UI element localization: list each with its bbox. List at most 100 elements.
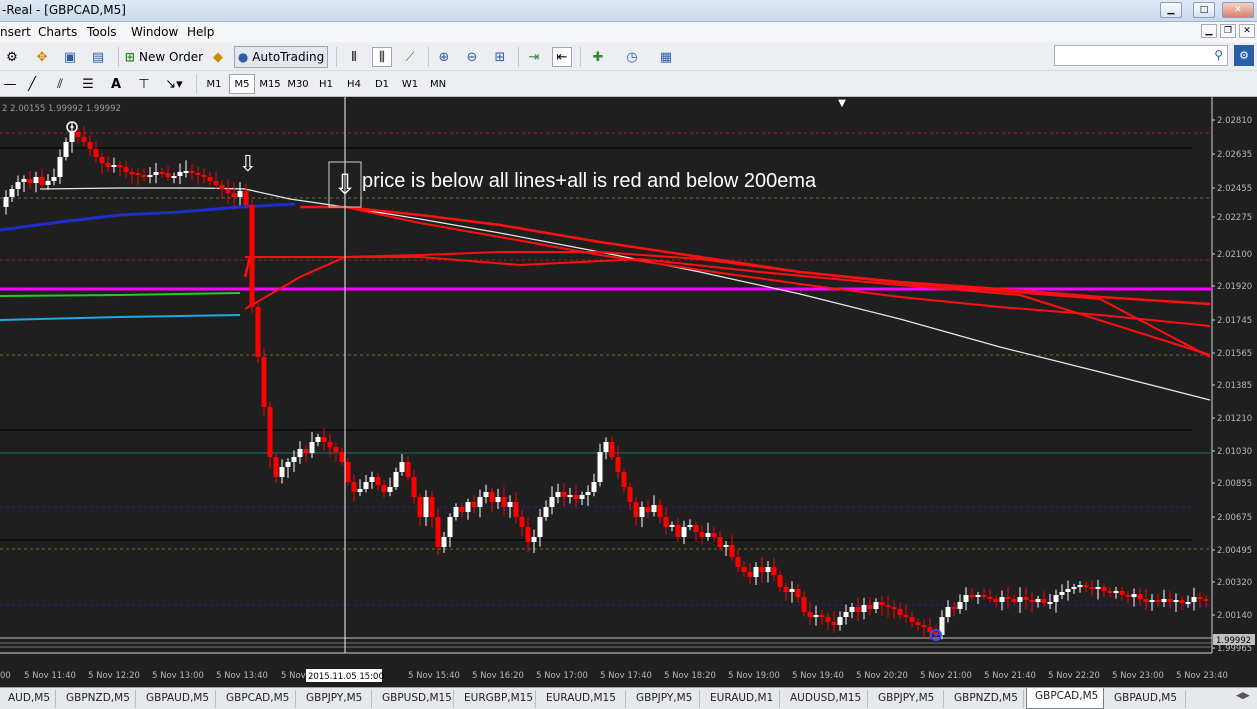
- templates-icon[interactable]: ▦: [656, 47, 676, 67]
- tile-windows-icon[interactable]: ⊞: [490, 47, 510, 67]
- channel-icon[interactable]: ⫽: [50, 74, 70, 94]
- timeframe-m30[interactable]: M30: [285, 74, 311, 94]
- chart-shift-icon[interactable]: ⇤: [552, 47, 572, 67]
- candle-body: [45, 181, 51, 185]
- candle-body: [1083, 585, 1089, 587]
- time-label: 5 Nov 17:40: [600, 671, 652, 681]
- chart-tab[interactable]: GBPUSD,M15: [374, 690, 454, 708]
- maximize-button[interactable]: □: [1193, 2, 1215, 18]
- mdi-minimize-button[interactable]: ▁: [1201, 24, 1217, 38]
- candle-body: [321, 437, 327, 442]
- minimize-button[interactable]: ▁: [1160, 2, 1182, 18]
- candle-body: [189, 171, 195, 173]
- chart-tab[interactable]: GBPAUD,M5: [1106, 690, 1186, 708]
- candle-body: [459, 507, 465, 512]
- chart-tab[interactable]: EURAUD,M15: [538, 690, 626, 708]
- chart-tab[interactable]: GBPAUD,M5: [138, 690, 216, 708]
- timeframe-mn[interactable]: MN: [425, 74, 451, 94]
- crosshair-time-label: 2015.11.05 15:00: [308, 672, 384, 682]
- candle-body: [483, 492, 489, 497]
- gear-icon[interactable]: ⚙: [2, 47, 22, 67]
- chart-tab[interactable]: GBPJPY,M5: [298, 690, 372, 708]
- search-input[interactable]: ⚲: [1054, 45, 1228, 66]
- candlestick-icon[interactable]: ⫼: [372, 47, 392, 67]
- price-label: 2.02275: [1217, 213, 1252, 223]
- candle-body: [429, 497, 435, 517]
- indicators-icon[interactable]: ✚: [588, 47, 608, 67]
- timeframe-h4[interactable]: H4: [341, 74, 367, 94]
- separator: [196, 74, 197, 94]
- close-button[interactable]: ✕: [1222, 2, 1254, 18]
- community-icon[interactable]: ⚙: [1234, 45, 1254, 66]
- candle-body: [135, 173, 141, 175]
- price-chart[interactable]: 2.02810 2.02635 2.02455 2.02275 2.02100 2.019…: [0, 97, 1257, 687]
- menu-window[interactable]: Window: [131, 25, 178, 39]
- autoscroll-icon[interactable]: ⇥: [524, 47, 544, 67]
- menu-insert[interactable]: nsert: [0, 25, 31, 39]
- candle-body: [231, 193, 237, 197]
- menu-help[interactable]: Help: [187, 25, 214, 39]
- menu-charts[interactable]: Charts: [38, 25, 77, 39]
- timeframe-m15[interactable]: M15: [257, 74, 283, 94]
- chart-annotation-text: price is below all lines+all is red and …: [362, 170, 817, 192]
- chart-tab[interactable]: GBPNZD,M5: [946, 690, 1024, 708]
- candle-body: [129, 172, 135, 174]
- arrows-icon[interactable]: ↘▾: [164, 74, 184, 94]
- chart-tab[interactable]: EURAUD,M1: [702, 690, 780, 708]
- data-window-icon[interactable]: ▤: [88, 47, 108, 67]
- candle-body: [579, 495, 585, 499]
- chart-tab[interactable]: GBPCAD,M5: [218, 690, 296, 708]
- separator: [118, 47, 119, 67]
- timeframe-m5[interactable]: M5: [229, 74, 255, 94]
- search-icon[interactable]: ⚲: [1214, 48, 1223, 62]
- text-label-icon[interactable]: ⊤: [134, 74, 154, 94]
- price-label: 2.01210: [1217, 414, 1252, 424]
- candle-body: [363, 482, 369, 489]
- candle-body: [501, 497, 507, 507]
- candle-body: [63, 142, 69, 157]
- chart-canvas[interactable]: 2.02810 2.02635 2.02455 2.02275 2.02100 2.019…: [0, 97, 1257, 687]
- zoom-out-icon[interactable]: ⊖: [462, 47, 482, 67]
- candle-body: [837, 617, 843, 625]
- candle-body: [1161, 599, 1167, 602]
- chart-tab[interactable]: GBPNZD,M5: [58, 690, 136, 708]
- time-label: 5 Nov 21:40: [984, 671, 1036, 681]
- clock-icon[interactable]: ◷: [622, 47, 642, 67]
- window-icon[interactable]: ▣: [60, 47, 80, 67]
- trendline-icon[interactable]: ╱: [22, 74, 42, 94]
- timeframe-m1[interactable]: M1: [201, 74, 227, 94]
- chart-info-text: 2 2.00155 1.99992 1.99992: [2, 104, 121, 114]
- title-bar: -Real - [GBPCAD,M5] ▁ □ ✕: [0, 0, 1257, 22]
- candle-body: [297, 449, 303, 457]
- crosshair-move-icon[interactable]: ✥: [32, 47, 52, 67]
- text-icon[interactable]: A: [106, 74, 126, 94]
- menu-tools[interactable]: Tools: [87, 25, 117, 39]
- chart-tab[interactable]: GBPJPY,M5: [628, 690, 700, 708]
- down-arrow-icon: ⇩: [239, 152, 257, 177]
- new-order-button[interactable]: ⊞ New Order: [124, 46, 204, 68]
- zoom-in-icon[interactable]: ⊕: [434, 47, 454, 67]
- chart-tab[interactable]: GBPJPY,M5: [870, 690, 944, 708]
- candle-body: [345, 462, 351, 482]
- chart-tab[interactable]: AUD,M5: [0, 690, 56, 708]
- candle-body: [669, 525, 675, 527]
- autotrading-button[interactable]: ● AutoTrading: [234, 46, 328, 68]
- tab-scroll-icon[interactable]: ◀▶: [1236, 691, 1250, 701]
- fibonacci-icon[interactable]: ☰: [78, 74, 98, 94]
- price-label: 2.00140: [1217, 611, 1252, 621]
- chart-tab[interactable]: GBPCAD,M5: [1026, 688, 1104, 709]
- chart-tab[interactable]: AUDUSD,M15: [782, 690, 868, 708]
- metaeditor-icon[interactable]: ◆: [208, 47, 228, 67]
- candle-body: [801, 597, 807, 612]
- timeframe-w1[interactable]: W1: [397, 74, 423, 94]
- bar-chart-icon[interactable]: ⫴: [344, 47, 364, 67]
- chart-tab[interactable]: EURGBP,M15: [456, 690, 536, 708]
- candle-body: [735, 557, 741, 567]
- candle-body: [843, 612, 849, 617]
- timeframe-h1[interactable]: H1: [313, 74, 339, 94]
- mdi-close-button[interactable]: ✕: [1239, 24, 1255, 38]
- mdi-restore-button[interactable]: ❐: [1220, 24, 1236, 38]
- timeframe-d1[interactable]: D1: [369, 74, 395, 94]
- horizontal-line-icon[interactable]: —: [0, 74, 20, 94]
- line-chart-icon[interactable]: ⟋: [400, 47, 420, 67]
